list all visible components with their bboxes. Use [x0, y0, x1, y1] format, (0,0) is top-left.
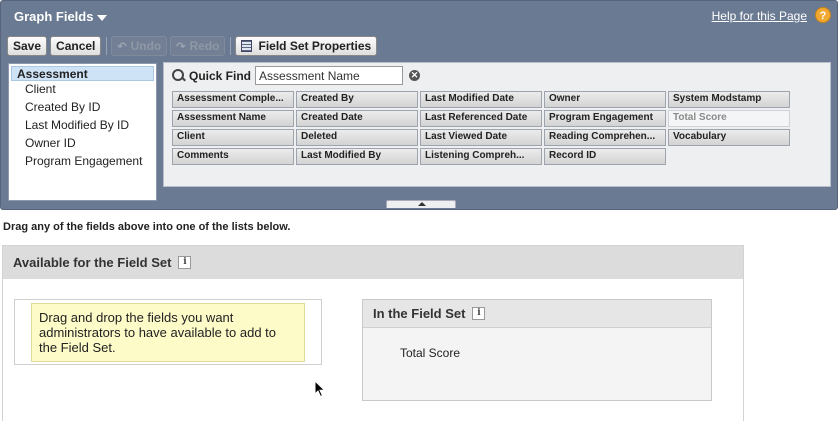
- available-title: Available for the Field Set: [13, 255, 172, 270]
- in-field-set-header: In the Field Set i: [363, 300, 711, 328]
- field-chip[interactable]: Client: [172, 129, 294, 146]
- object-item[interactable]: Last Modified By ID: [9, 117, 156, 135]
- help-icon[interactable]: ?: [815, 7, 831, 23]
- redo-label: Redo: [189, 39, 220, 53]
- field-chip[interactable]: Last Modified By: [296, 148, 418, 165]
- save-button[interactable]: Save: [7, 36, 48, 56]
- available-drop-zone[interactable]: Drag and drop the fields you want admini…: [14, 299, 322, 365]
- field-chip[interactable]: Vocabulary: [668, 129, 790, 146]
- field-set-item[interactable]: Total Score: [400, 346, 460, 360]
- drop-hint: Drag and drop the fields you want admini…: [31, 303, 305, 362]
- field-set-properties-label: Field Set Properties: [258, 39, 372, 53]
- help-link[interactable]: Help for this Page: [712, 9, 807, 23]
- instruction-text: Drag any of the fields above into one of…: [3, 221, 291, 233]
- field-chip[interactable]: Program Engagement: [544, 110, 666, 127]
- field-chip[interactable]: Owner: [544, 91, 666, 108]
- undo-button[interactable]: ↶ Undo: [111, 36, 168, 56]
- field-chip[interactable]: Last Viewed Date: [420, 129, 542, 146]
- palette-title[interactable]: Graph Fields: [14, 9, 108, 24]
- field-chip[interactable]: System Modstamp: [668, 91, 790, 108]
- field-chip[interactable]: Total Score: [668, 110, 790, 127]
- undo-label: Undo: [130, 39, 162, 53]
- field-chip[interactable]: Listening Compreh...: [420, 148, 542, 165]
- toolbar: Save Cancel ↶ Undo ↷ Redo Field Set Proper…: [7, 34, 833, 58]
- field-chip[interactable]: Created Date: [296, 110, 418, 127]
- field-grid-panel: Quick Find ✕ Assessment Comple...Created…: [163, 62, 831, 187]
- empty-cell: [668, 148, 790, 165]
- undo-icon: ↶: [117, 40, 127, 53]
- object-item[interactable]: Program Engagement: [9, 153, 156, 171]
- field-chip[interactable]: Last Referenced Date: [420, 110, 542, 127]
- resize-handle[interactable]: [386, 200, 456, 208]
- mouse-cursor-icon: [314, 380, 326, 398]
- object-item[interactable]: Owner ID: [9, 135, 156, 153]
- cancel-button[interactable]: Cancel: [50, 36, 102, 56]
- clear-icon[interactable]: ✕: [409, 70, 421, 81]
- quick-find-label: Quick Find: [189, 68, 252, 83]
- toolbar-divider: [106, 37, 108, 55]
- palette-title-text: Graph Fields: [14, 9, 94, 24]
- available-section: Available for the Field Set i Drag and d…: [2, 245, 744, 421]
- info-icon[interactable]: i: [472, 307, 486, 320]
- field-chip[interactable]: Last Modified Date: [420, 91, 542, 108]
- field-chip[interactable]: Assessment Name: [172, 110, 294, 127]
- properties-icon: [241, 40, 253, 52]
- field-palette: Graph Fields Help for this Page ? Save C…: [0, 0, 838, 210]
- field-chip[interactable]: Reading Comprehen...: [544, 129, 666, 146]
- toolbar-divider: [230, 37, 232, 55]
- object-item[interactable]: Created By ID: [9, 99, 156, 117]
- field-chip[interactable]: Comments: [172, 148, 294, 165]
- field-grid: Assessment Comple... Created By Last Modif…: [172, 91, 792, 167]
- redo-icon: ↷: [176, 40, 186, 53]
- field-chip[interactable]: Record ID: [544, 148, 666, 165]
- chevron-down-icon[interactable]: [97, 14, 108, 21]
- in-field-set-title: In the Field Set: [373, 306, 466, 321]
- object-item[interactable]: Client: [9, 81, 156, 99]
- redo-button[interactable]: ↷ Redo: [170, 36, 226, 56]
- object-list: Assessment Client Created By ID Last Mod…: [8, 63, 157, 201]
- field-chip[interactable]: Created By: [296, 91, 418, 108]
- quick-find: Quick Find ✕: [172, 66, 421, 85]
- field-chip[interactable]: Deleted: [296, 129, 418, 146]
- available-header: Available for the Field Set i: [3, 246, 743, 279]
- in-field-set-box[interactable]: In the Field Set i Total Score: [362, 299, 712, 401]
- object-item-selected[interactable]: Assessment: [11, 66, 154, 81]
- quick-find-input[interactable]: [255, 66, 404, 85]
- field-chip[interactable]: Assessment Comple...: [172, 91, 294, 108]
- info-icon[interactable]: i: [178, 256, 192, 269]
- field-set-properties-button[interactable]: Field Set Properties: [235, 36, 378, 56]
- search-icon: [172, 68, 186, 83]
